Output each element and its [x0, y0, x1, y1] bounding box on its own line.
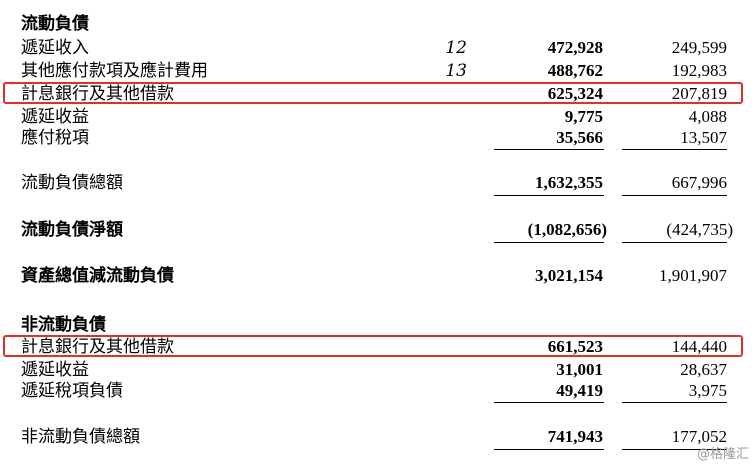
row-label: 非流動負債總額 [21, 427, 140, 447]
table-row: 遞延收入 12 472,928 249,599 [0, 37, 755, 59]
current-year-value: 9,775 [564, 107, 603, 126]
highlight-box [3, 82, 743, 104]
table-row: 其他應付款項及應計費用 13 488,762 192,983 [0, 60, 755, 82]
table-row-total: 流動負債總額 1,632,355 667,996 [0, 172, 755, 194]
row-label: 流動負債淨額 [21, 220, 123, 240]
underline [494, 149, 604, 150]
highlight-box [3, 335, 743, 357]
row-label: 資產總值減流動負債 [21, 266, 174, 286]
note-ref: 13 [445, 61, 467, 81]
prior-year-value: (424,735) [666, 220, 733, 239]
row-label: 應付稅項 [21, 128, 89, 148]
table-row-total: 非流動負債總額 741,943 177,052 [0, 426, 755, 448]
row-label: 遞延收益 [21, 107, 89, 127]
current-year-value: 3,021,154 [535, 266, 603, 285]
prior-year-value: 13,507 [680, 128, 727, 147]
table-row: 遞延收益 31,001 28,637 [0, 359, 755, 381]
section-noncurrent-liabilities: 非流動負債 [0, 314, 755, 336]
prior-year-value: 3,975 [688, 381, 727, 400]
table-row: 遞延收益 9,775 4,088 [0, 106, 755, 128]
table-row: 資產總值減流動負債 3,021,154 1,901,907 [0, 265, 755, 287]
current-year-value: 488,762 [547, 61, 603, 80]
current-year-value: 1,632,355 [535, 173, 603, 192]
section-current-liabilities: 流動負債 [0, 13, 755, 35]
section-title: 非流動負債 [21, 315, 106, 335]
underline [494, 449, 604, 450]
section-title: 流動負債 [21, 14, 89, 34]
prior-year-value: 28,637 [680, 360, 727, 379]
underline [494, 242, 604, 243]
row-label: 其他應付款項及應計費用 [21, 61, 208, 81]
prior-year-value: 249,599 [671, 38, 727, 57]
row-label: 流動負債總額 [21, 173, 123, 193]
current-year-value: 31,001 [556, 360, 603, 379]
prior-year-value: 667,996 [671, 173, 727, 192]
row-label: 遞延收益 [21, 360, 89, 380]
underline [494, 195, 604, 196]
current-year-value: 741,943 [547, 427, 603, 446]
underline [622, 149, 727, 150]
underline [622, 242, 727, 243]
prior-year-value: 192,983 [671, 61, 727, 80]
underline [622, 195, 727, 196]
table-row: 遞延稅項負債 49,419 3,975 [0, 380, 755, 402]
current-year-value: 35,566 [556, 128, 603, 147]
watermark: @格隆汇 [696, 447, 749, 462]
current-year-value: 472,928 [547, 38, 603, 57]
table-row: 應付稅項 35,566 13,507 [0, 127, 755, 149]
prior-year-value: 1,901,907 [659, 266, 727, 285]
table-row-net: 流動負債淨額 (1,082,656) (424,735) [0, 219, 755, 241]
prior-year-value: 4,088 [688, 107, 727, 126]
underline [494, 402, 604, 403]
row-label: 遞延收入 [21, 38, 89, 58]
underline [622, 402, 727, 403]
current-year-value: 49,419 [556, 381, 603, 400]
note-ref: 12 [445, 38, 467, 58]
current-year-value: (1,082,656) [527, 220, 607, 239]
row-label: 遞延稅項負債 [21, 381, 123, 401]
